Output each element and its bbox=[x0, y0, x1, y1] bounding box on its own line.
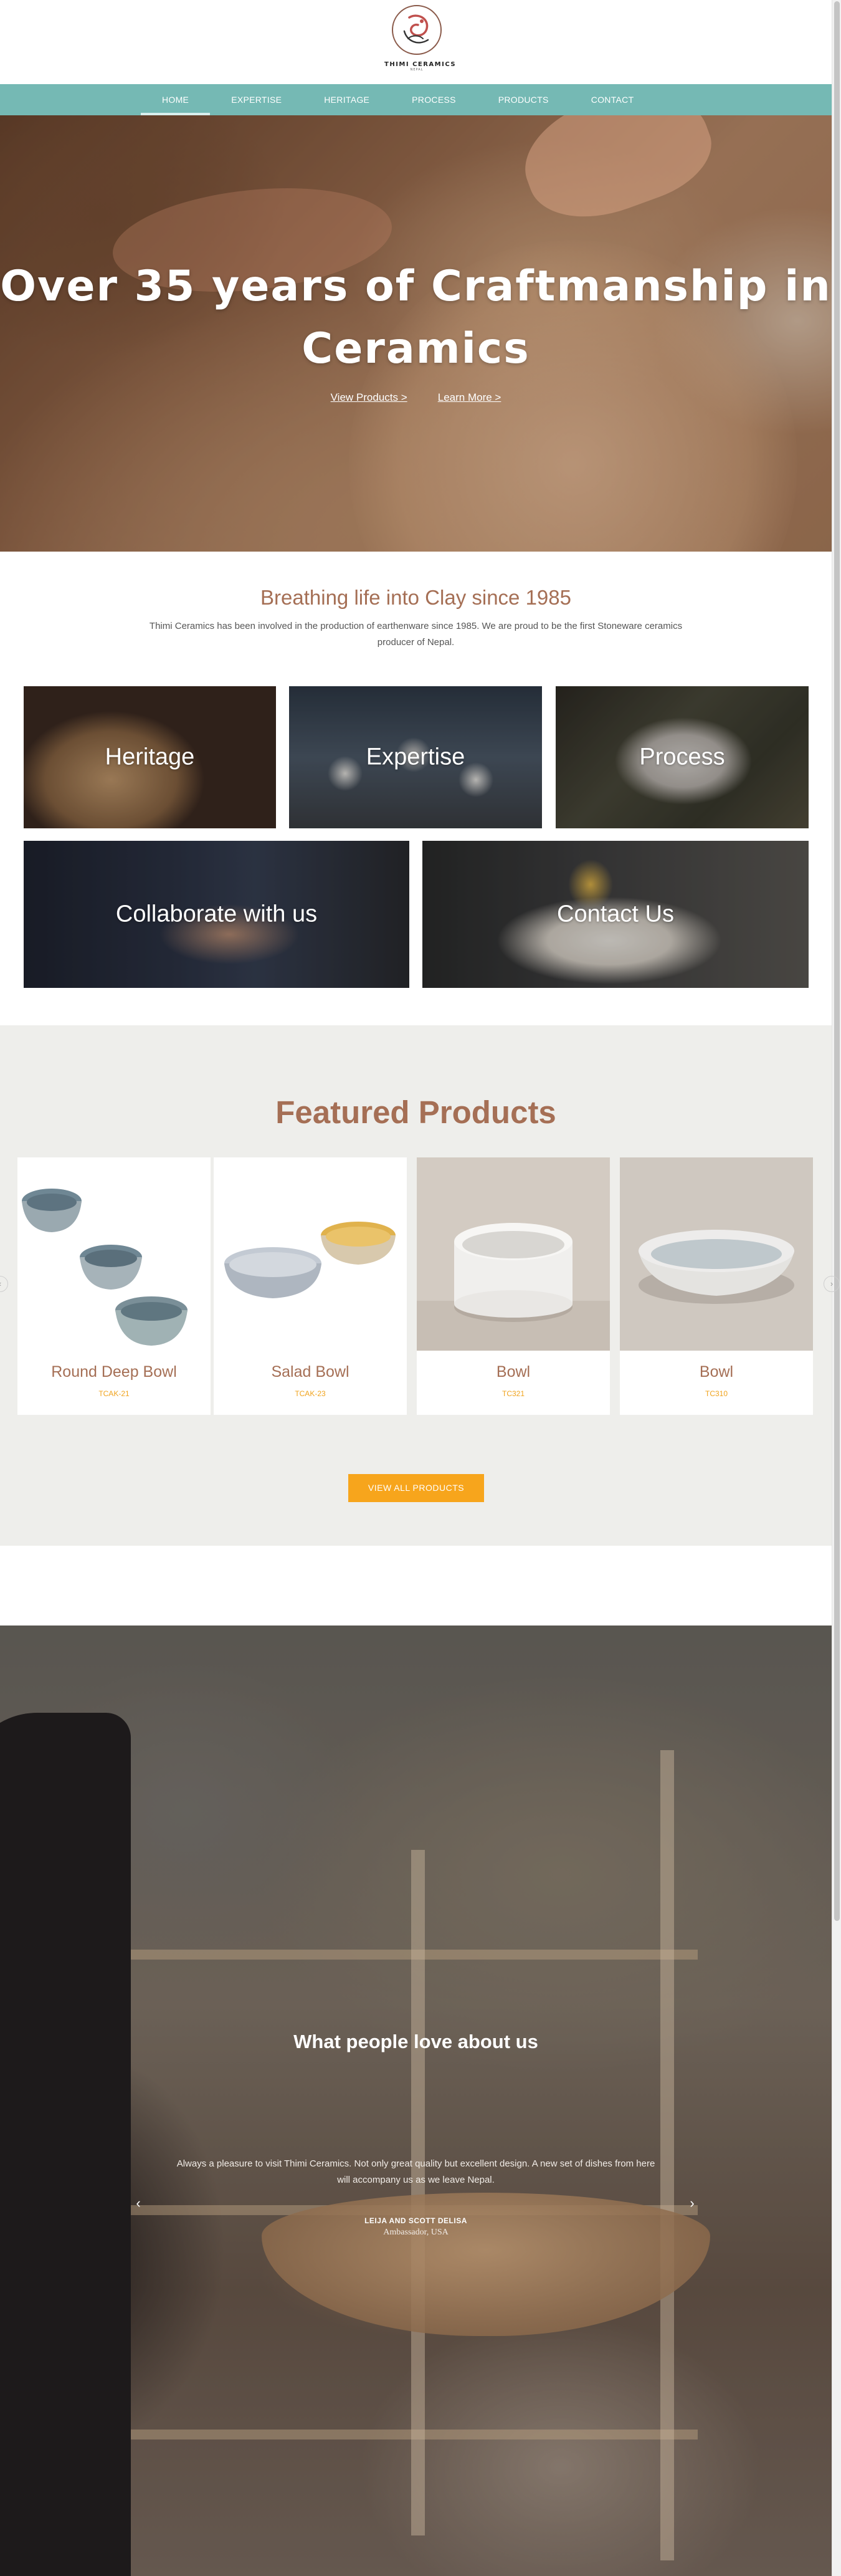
background-shelf bbox=[75, 2430, 698, 2440]
tile-collaborate-label: Collaborate with us bbox=[115, 901, 318, 927]
tile-contact[interactable]: Contact Us bbox=[422, 841, 809, 988]
product-code: TCAK-23 bbox=[295, 1389, 326, 1398]
tile-expertise[interactable]: Expertise bbox=[289, 686, 542, 828]
product-round-deep-bowl-image bbox=[17, 1157, 211, 1351]
tile-contact-label: Contact Us bbox=[557, 901, 674, 927]
product-name: Bowl bbox=[496, 1363, 531, 1381]
hero-banner: Over 35 years of Craftmanship in Ceramic… bbox=[0, 115, 832, 552]
tile-heritage[interactable]: Heritage bbox=[24, 686, 276, 828]
featured-products-section: Featured Products ‹ Round Deep Bowl TCAK… bbox=[0, 1025, 840, 1546]
background-clay-bowl-image bbox=[262, 2193, 710, 2336]
scrollbar-thumb[interactable] bbox=[834, 1, 840, 1921]
testimonial-next-button[interactable]: › bbox=[686, 2196, 698, 2211]
product-image bbox=[214, 1157, 407, 1351]
brand-logo[interactable]: THIMI CERAMICS NEPAL bbox=[384, 4, 457, 74]
product-code: TC310 bbox=[705, 1389, 728, 1398]
carousel-prev-button[interactable]: ‹ bbox=[0, 1276, 8, 1292]
background-shelf-post bbox=[660, 1750, 674, 2560]
product-code: TC321 bbox=[501, 1389, 525, 1398]
view-products-link[interactable]: View Products > bbox=[331, 391, 407, 404]
brand-name: THIMI CERAMICS bbox=[384, 61, 457, 68]
logo-emblem-icon bbox=[392, 5, 442, 55]
product-bowl-tc321-image bbox=[417, 1157, 610, 1351]
product-name: Bowl bbox=[699, 1363, 734, 1381]
hero-hand-image bbox=[510, 115, 724, 237]
testimonial-quote: Always a pleasure to visit Thimi Ceramic… bbox=[176, 2158, 655, 2185]
testimonial-section: What people love about us ‹ Always a ple… bbox=[0, 1626, 832, 2576]
carousel-next-button[interactable]: › bbox=[824, 1276, 840, 1292]
learn-more-link[interactable]: Learn More > bbox=[438, 391, 501, 404]
site-header: THIMI CERAMICS NEPAL bbox=[0, 0, 832, 84]
hero-title: Over 35 years of Craftmanship in Ceramic… bbox=[0, 262, 832, 373]
hero-links: View Products > Learn More > bbox=[0, 391, 832, 404]
product-code: TCAK-21 bbox=[98, 1389, 130, 1398]
product-card[interactable]: Round Deep Bowl TCAK-21 bbox=[17, 1157, 211, 1415]
tile-process-label: Process bbox=[639, 744, 725, 770]
nav-item-process[interactable]: PROCESS bbox=[391, 84, 477, 115]
main-nav: HOME EXPERTISE HERITAGE PROCESS PRODUCTS… bbox=[0, 84, 832, 115]
nav-item-home[interactable]: HOME bbox=[141, 84, 211, 115]
testimonial-author: LEIJA AND SCOTT DELISA bbox=[364, 2216, 467, 2225]
product-image bbox=[620, 1157, 813, 1351]
nav-item-products[interactable]: PRODUCTS bbox=[477, 84, 570, 115]
tile-collaborate[interactable]: Collaborate with us bbox=[24, 841, 409, 988]
product-card[interactable]: Bowl TC321 bbox=[417, 1157, 610, 1415]
intro-text: Thimi Ceramics has been involved in the … bbox=[149, 621, 683, 648]
background-shelf-post bbox=[411, 1850, 425, 2535]
background-person-image bbox=[0, 1713, 131, 2576]
product-name: Salad Bowl bbox=[271, 1363, 349, 1381]
tile-process[interactable]: Process bbox=[556, 686, 809, 828]
view-all-products-button[interactable]: VIEW ALL PRODUCTS bbox=[348, 1474, 484, 1502]
product-card[interactable]: Bowl TC310 bbox=[620, 1157, 813, 1415]
testimonial-author-role: Ambassador, USA bbox=[383, 2228, 449, 2237]
nav-item-heritage[interactable]: HERITAGE bbox=[303, 84, 391, 115]
nav-item-contact[interactable]: CONTACT bbox=[570, 84, 655, 115]
product-name: Round Deep Bowl bbox=[51, 1363, 177, 1381]
product-image bbox=[17, 1157, 211, 1351]
product-salad-bowl-image bbox=[214, 1157, 407, 1351]
testimonial-prev-button[interactable]: ‹ bbox=[132, 2196, 145, 2211]
background-shelf bbox=[75, 1950, 698, 1960]
tile-expertise-label: Expertise bbox=[366, 744, 465, 770]
intro-title: Breathing life into Clay since 1985 bbox=[260, 586, 571, 609]
nav-item-expertise[interactable]: EXPERTISE bbox=[210, 84, 303, 115]
product-card[interactable]: Salad Bowl TCAK-23 bbox=[214, 1157, 407, 1415]
product-image bbox=[417, 1157, 610, 1351]
brand-tagline: NEPAL bbox=[410, 68, 424, 72]
featured-title: Featured Products bbox=[275, 1094, 556, 1130]
tile-heritage-label: Heritage bbox=[105, 744, 195, 770]
testimonial-title: What people love about us bbox=[293, 2031, 538, 2052]
product-bowl-tc310-image bbox=[620, 1157, 813, 1351]
